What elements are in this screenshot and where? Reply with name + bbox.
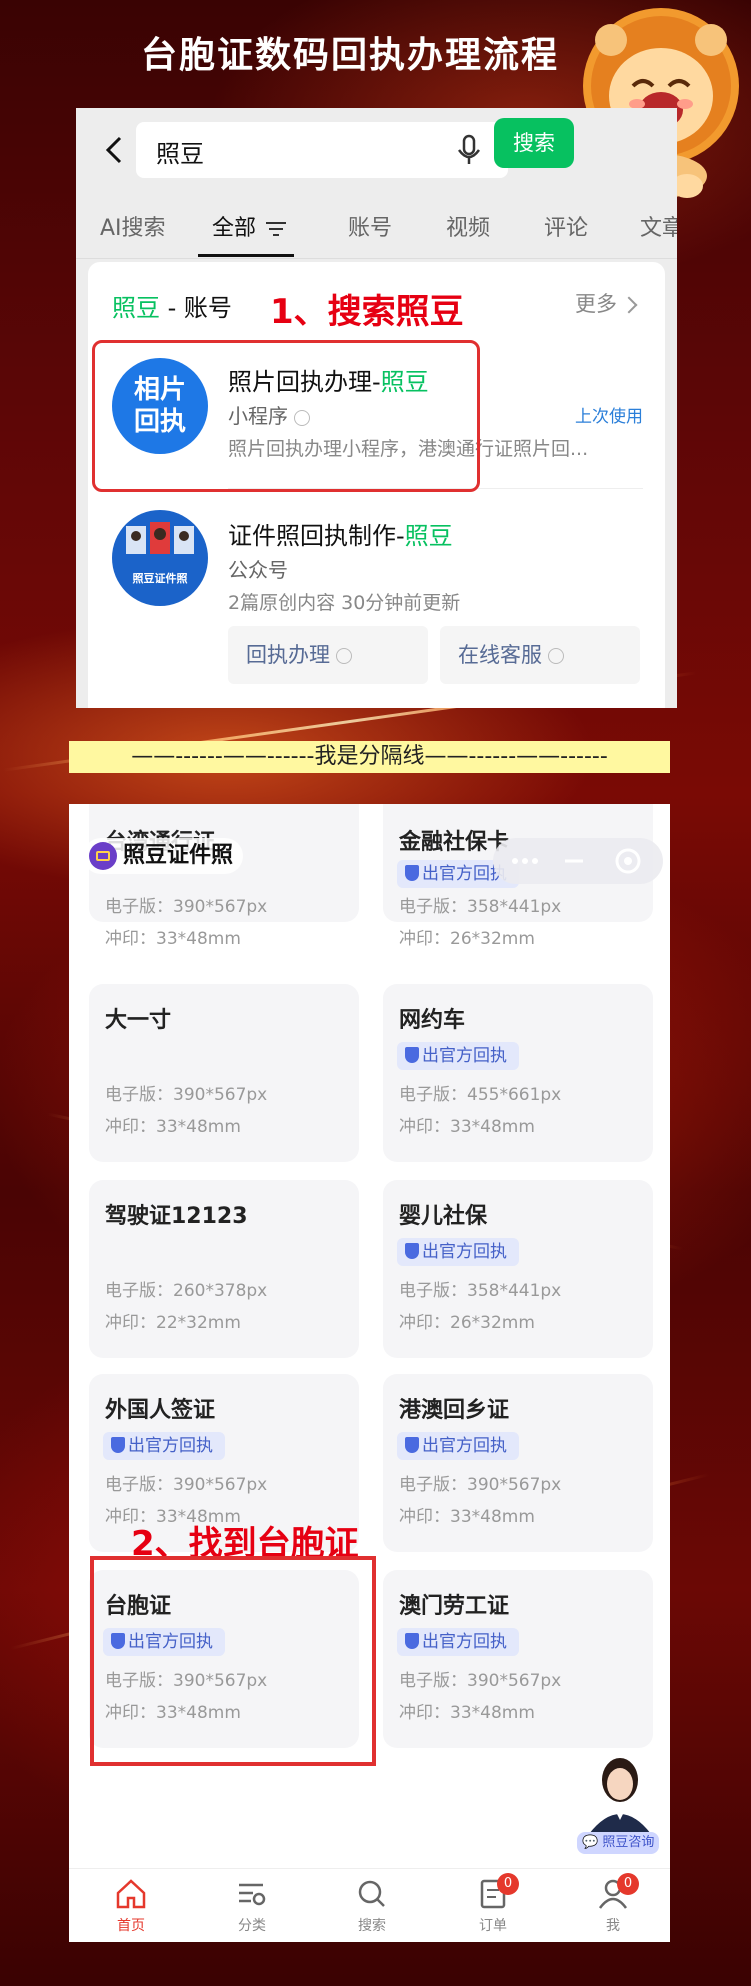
tab-home[interactable]: 首页	[91, 1877, 171, 1935]
tab-comment[interactable]: 评论	[544, 210, 588, 242]
official-receipt-badge: 出官方回执	[397, 1628, 519, 1656]
recently-used-label: 上次使用	[575, 407, 643, 427]
tab-orders[interactable]: 0 订单	[453, 1873, 533, 1935]
chevron-right-icon	[620, 296, 638, 314]
tab-article[interactable]: 文章	[640, 210, 677, 242]
section-heading: 照豆 - 账号	[112, 294, 232, 322]
search-input[interactable]: 照豆	[136, 122, 508, 178]
consult-label: 💬 照豆咨询	[577, 1832, 660, 1854]
shield-icon	[405, 1047, 419, 1063]
home-icon	[116, 1879, 146, 1909]
tab-account[interactable]: 账号	[348, 210, 392, 242]
doc-card-macau-labour[interactable]: 澳门劳工证 出官方回执 电子版：390*567px 冲印：33*48mm	[383, 1570, 653, 1748]
mini-program-icon	[548, 648, 564, 664]
tab-video[interactable]: 视频	[446, 210, 490, 242]
more-dots-icon[interactable]	[511, 852, 539, 870]
mini-program-icon	[336, 648, 352, 664]
close-target-icon[interactable]	[613, 846, 643, 876]
order-count-badge: 0	[497, 1873, 519, 1895]
brand-logo-icon	[89, 842, 117, 870]
result-official-account[interactable]: 照豆证件照 证件照回执制作-照豆 公众号 2篇原创内容 30分钟前更新 回执办理…	[88, 490, 665, 708]
official-account-logo: 照豆证件照	[112, 510, 208, 606]
shield-icon	[111, 1437, 125, 1453]
brand-badge: 照豆证件照	[83, 838, 244, 874]
minimize-icon[interactable]	[563, 852, 585, 870]
official-receipt-badge: 出官方回执	[397, 1042, 519, 1070]
official-receipt-badge: 出官方回执	[397, 1238, 519, 1266]
tab-category[interactable]: 分类	[212, 1877, 292, 1935]
category-icon	[239, 1883, 266, 1906]
mini-program-panel: 台湾通行证 电子版：390*567px 冲印：33*48mm 金融社保卡 出官方…	[69, 804, 670, 1942]
result-meta: 2篇原创内容 30分钟前更新	[228, 592, 461, 614]
shield-icon	[405, 865, 419, 881]
shield-icon	[405, 1437, 419, 1453]
portrait-photos-icon	[126, 522, 194, 554]
back-arrow-icon[interactable]	[96, 130, 136, 170]
tab-search[interactable]: 搜索	[332, 1877, 412, 1935]
search-query: 照豆	[156, 140, 204, 168]
doc-card-ride-hailing[interactable]: 网约车 出官方回执 电子版：455*661px 冲印：33*48mm	[383, 984, 653, 1162]
consult-widget[interactable]: 💬 照豆咨询	[575, 1750, 665, 1860]
official-receipt-badge: 出官方回执	[103, 1432, 225, 1460]
filter-icon[interactable]	[264, 219, 288, 239]
more-link[interactable]: 更多	[575, 288, 638, 318]
active-tab-indicator	[198, 254, 294, 257]
doc-card-driving-license[interactable]: 驾驶证12123 电子版：260*378px 冲印：22*32mm	[89, 1180, 359, 1358]
wechat-search-panel: 照豆 搜索 AI搜索 全部 账号 视频 评论 文章 照豆 - 账号 1、搜索照豆…	[76, 108, 677, 708]
shield-icon	[405, 1633, 419, 1649]
me-count-badge: 0	[617, 1873, 639, 1895]
tab-ai-search[interactable]: AI搜索	[100, 210, 166, 242]
microphone-icon[interactable]	[454, 134, 484, 166]
result-title: 证件照回执制作-照豆	[228, 522, 453, 550]
tab-me[interactable]: 0 我	[573, 1873, 653, 1935]
separator-banner: ——------——------我是分隔线——------——------	[69, 741, 670, 773]
result-type: 公众号	[228, 558, 288, 582]
highlight-box	[90, 1556, 376, 1766]
official-receipt-badge: 出官方回执	[397, 1432, 519, 1460]
doc-card-one-inch[interactable]: 大一寸 电子版：390*567px 冲印：33*48mm	[89, 984, 359, 1162]
bottom-tab-bar: 首页 分类 搜索 0 订单 0 我	[69, 1868, 670, 1942]
mini-program-capsule	[493, 838, 663, 884]
customer-service-button[interactable]: 在线客服	[440, 626, 640, 684]
step1-annotation: 1、搜索照豆	[270, 292, 464, 332]
receipt-service-button[interactable]: 回执办理	[228, 626, 428, 684]
search-bar: 照豆 搜索	[76, 108, 677, 192]
highlight-box	[92, 340, 480, 492]
search-tabs: AI搜索 全部 账号 视频 评论 文章	[76, 192, 677, 259]
doc-card-infant-social[interactable]: 婴儿社保 出官方回执 电子版：358*441px 冲印：26*32mm	[383, 1180, 653, 1358]
shield-icon	[405, 1243, 419, 1259]
search-icon	[358, 1880, 385, 1907]
agent-avatar-icon	[589, 1758, 651, 1834]
tab-all[interactable]: 全部	[212, 210, 288, 242]
doc-card-hk-macau-return[interactable]: 港澳回乡证 出官方回执 电子版：390*567px 冲印：33*48mm	[383, 1374, 653, 1552]
search-button[interactable]: 搜索	[494, 118, 574, 168]
